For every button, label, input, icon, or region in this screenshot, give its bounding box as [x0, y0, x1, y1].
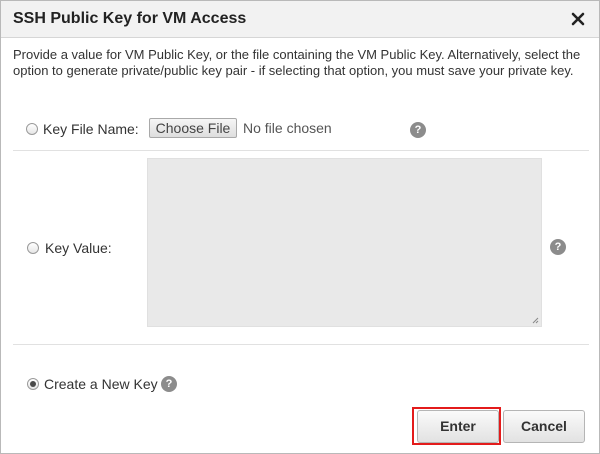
create-new-key-radio[interactable] — [27, 378, 39, 390]
help-icon[interactable]: ? — [161, 376, 177, 392]
create-new-key-label: Create a New Key — [44, 376, 158, 392]
key-value-textarea[interactable] — [147, 158, 542, 327]
cancel-button[interactable]: Cancel — [503, 410, 585, 443]
dialog-title: SSH Public Key for VM Access — [13, 10, 247, 27]
divider — [13, 344, 589, 345]
dialog-header: SSH Public Key for VM Access — [1, 1, 599, 38]
enter-button[interactable]: Enter — [417, 410, 499, 443]
instructions-text: Provide a value for VM Public Key, or th… — [13, 47, 581, 78]
key-file-radio[interactable] — [26, 123, 38, 135]
close-icon[interactable] — [569, 10, 587, 28]
ssh-key-dialog: SSH Public Key for VM Access Provide a v… — [0, 0, 600, 454]
file-status-text: No file chosen — [243, 120, 332, 136]
key-value-label: Key Value: — [45, 240, 112, 256]
divider — [13, 150, 589, 151]
resize-handle-icon[interactable] — [532, 317, 539, 324]
help-icon[interactable]: ? — [410, 122, 426, 138]
help-icon[interactable]: ? — [550, 239, 566, 255]
key-file-label: Key File Name: — [43, 121, 139, 137]
key-value-radio[interactable] — [27, 242, 39, 254]
choose-file-button[interactable]: Choose File — [149, 118, 237, 138]
